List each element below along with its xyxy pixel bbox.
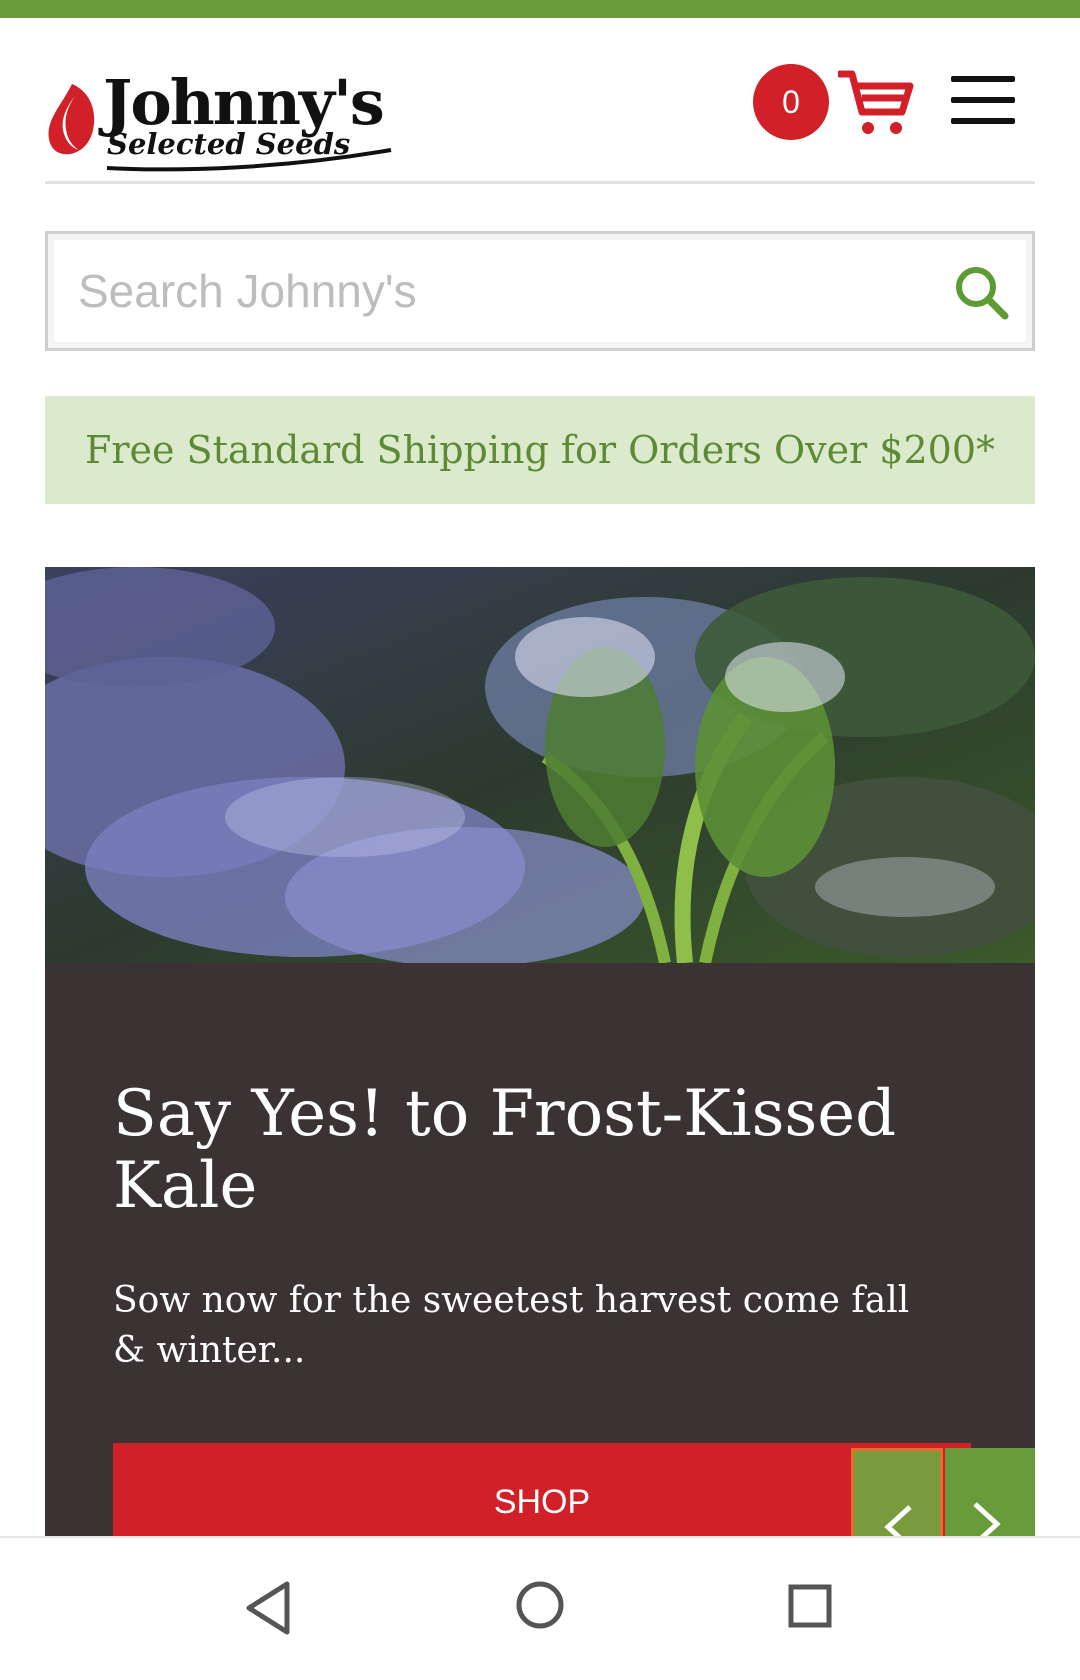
- page: Johnny's Selected Seeds 0 Free Standard …: [0, 0, 1080, 1680]
- search-icon[interactable]: [953, 264, 1009, 320]
- home-icon[interactable]: [515, 1580, 565, 1630]
- android-navigation-bar: [0, 1536, 1080, 1680]
- back-icon[interactable]: [243, 1580, 293, 1636]
- cart-count-badge[interactable]: 0: [753, 64, 829, 140]
- hero-slide: Say Yes! to Frost-Kissed Kale Sow now fo…: [45, 567, 1035, 1568]
- site-header: Johnny's Selected Seeds 0: [45, 18, 1035, 184]
- kale-hero-image: [45, 567, 1035, 963]
- hero-title: Say Yes! to Frost-Kissed Kale: [113, 1077, 897, 1223]
- seed-logo-icon: [48, 84, 95, 155]
- kale-photo-illustration: [45, 567, 1035, 963]
- shipping-banner-text: Free Standard Shipping for Orders Over $…: [84, 428, 996, 472]
- top-accent-stripe: [0, 0, 1080, 18]
- hamburger-menu-icon[interactable]: [951, 74, 1015, 126]
- search-box: [45, 231, 1035, 351]
- recent-apps-icon[interactable]: [787, 1583, 833, 1629]
- chevron-right-icon: [973, 1502, 1001, 1540]
- johnnys-logo[interactable]: Johnny's Selected Seeds: [45, 58, 392, 172]
- cart-icon[interactable]: [838, 68, 914, 138]
- logo-wordmark: Johnny's: [103, 66, 385, 139]
- search-input[interactable]: [78, 260, 908, 322]
- free-shipping-banner[interactable]: Free Standard Shipping for Orders Over $…: [45, 396, 1035, 504]
- hero-subtitle: Sow now for the sweetest harvest come fa…: [113, 1280, 910, 1371]
- logo-swoosh-icon: [106, 148, 392, 172]
